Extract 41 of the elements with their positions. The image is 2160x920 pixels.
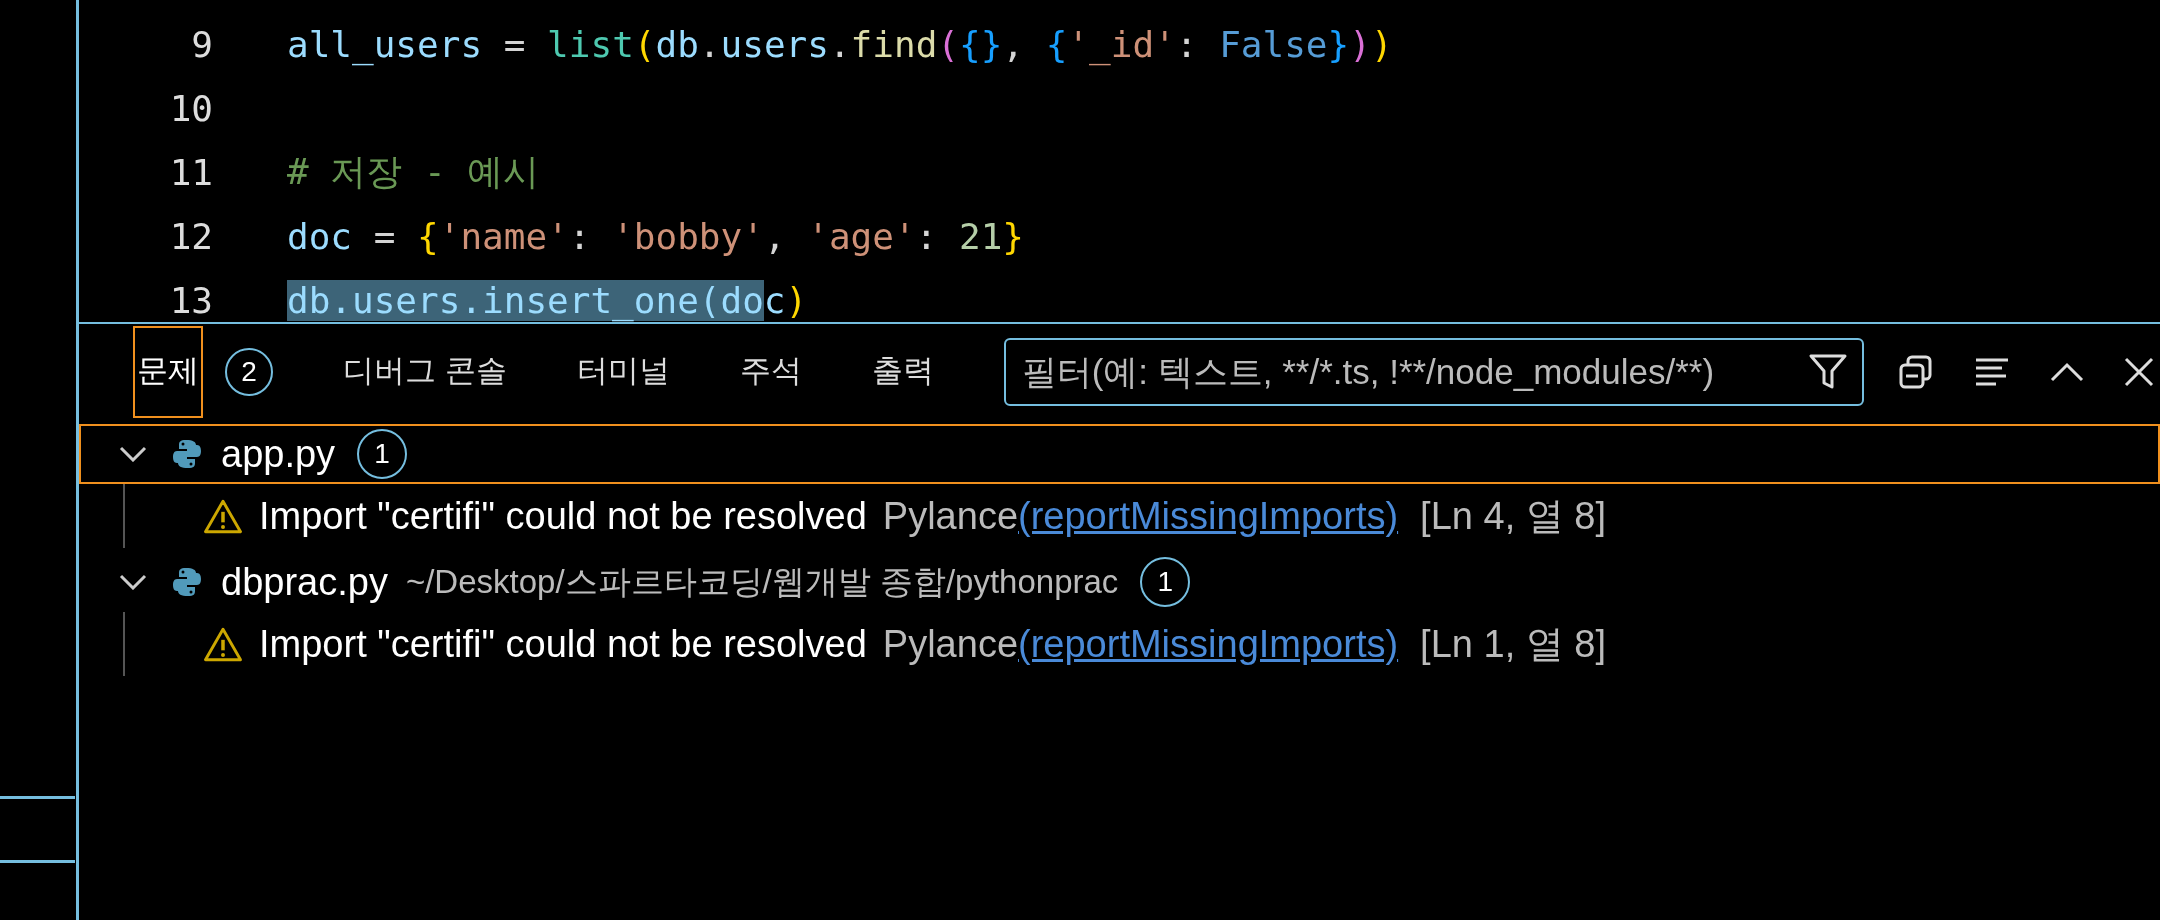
chevron-up-icon[interactable] bbox=[2049, 362, 2084, 382]
code-line: all_users = list(db.users.find({}, {'_id': False})) bbox=[287, 23, 1393, 65]
panel-tab[interactable]: 주석 bbox=[739, 324, 802, 420]
chevron-icon[interactable] bbox=[119, 446, 147, 462]
filter-icon[interactable] bbox=[1807, 353, 1848, 391]
rule-link[interactable]: (reportMissingImports) bbox=[1018, 622, 1399, 666]
collapse-all-icon[interactable] bbox=[1897, 354, 1934, 390]
panel-tab[interactable]: 터미널 bbox=[576, 324, 670, 420]
line-number: 9 bbox=[190, 23, 213, 65]
line-number: 12 bbox=[168, 215, 213, 257]
python-icon bbox=[173, 439, 201, 469]
count-badge: 1 bbox=[357, 429, 408, 479]
count-badge: 2 bbox=[225, 348, 273, 396]
filter-field[interactable]: 필터(예: 텍스트, **/*.ts, !**/node_modules/**) bbox=[1003, 338, 1864, 406]
panel-tab[interactable]: 출력 bbox=[871, 324, 934, 420]
file-row[interactable]: app.py 1 bbox=[79, 424, 2160, 484]
code-line: # 저장 - 예시 bbox=[287, 149, 540, 194]
count-badge: 1 bbox=[1140, 557, 1191, 607]
close-icon[interactable] bbox=[2123, 357, 2154, 387]
wrap-lines-icon[interactable] bbox=[1973, 357, 2010, 387]
problem-source: Pylance bbox=[882, 622, 1019, 666]
file-row[interactable]: dbprac.py ~/Desktop/스파르타코딩/웹개발 종합/pythonprac 1 bbox=[79, 552, 2160, 612]
line-number: 10 bbox=[168, 87, 213, 129]
rule-link[interactable]: (reportMissingImports) bbox=[1018, 494, 1399, 538]
python-icon bbox=[173, 567, 201, 597]
warning-icon bbox=[203, 498, 243, 534]
code-line: doc = {'name': 'bobby', 'age': 21} bbox=[287, 215, 1024, 257]
problem-message: Import "certifi" could not be resolved bbox=[259, 494, 867, 538]
warning-icon bbox=[203, 626, 243, 662]
line-number: 13 bbox=[168, 279, 213, 321]
problem-source: Pylance bbox=[882, 494, 1019, 538]
file-name: dbprac.py bbox=[221, 560, 388, 604]
panel-tab[interactable]: 디버그 콘솔 bbox=[343, 324, 507, 420]
problem-message: Import "certifi" could not be resolved bbox=[259, 622, 867, 666]
file-name: app.py bbox=[221, 432, 336, 476]
panel-tab[interactable]: 문제 bbox=[131, 324, 205, 420]
problem-location: [Ln 1, 열 8] bbox=[1420, 621, 1606, 667]
problem-location: [Ln 4, 열 8] bbox=[1420, 493, 1606, 539]
line-number: 11 bbox=[168, 151, 213, 193]
file-path: ~/Desktop/스파르타코딩/웹개발 종합/pythonprac bbox=[405, 561, 1119, 602]
chevron-icon[interactable] bbox=[119, 574, 147, 590]
